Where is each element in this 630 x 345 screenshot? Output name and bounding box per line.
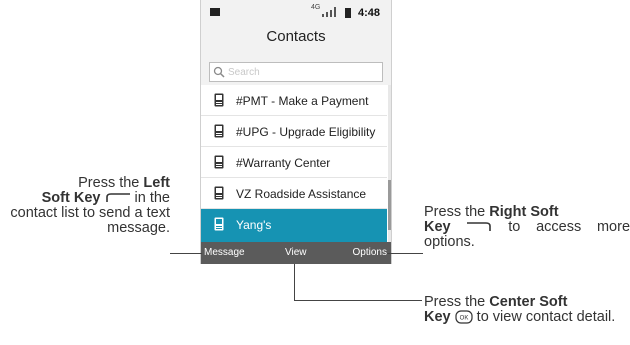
- scrollbar[interactable]: [388, 85, 391, 242]
- right-callout-line: [387, 253, 423, 254]
- right-soft-key-callout: Press the Right Soft Key to access more …: [424, 204, 630, 250]
- center-callout-line-horizontal: [294, 300, 422, 301]
- contact-name: #PMT - Make a Payment: [236, 94, 369, 108]
- contact-row[interactable]: VZ Roadside Assistance: [201, 178, 387, 209]
- contact-name: #UPG - Upgrade Eligibility: [236, 125, 376, 139]
- center-soft-key[interactable]: View: [285, 247, 307, 258]
- right-soft-key[interactable]: Options: [353, 247, 387, 258]
- clock: 4:48: [358, 7, 381, 19]
- left-soft-key[interactable]: Message: [204, 247, 245, 258]
- contact-row[interactable]: #Warranty Center: [201, 147, 387, 178]
- mobile-phone-icon: [214, 155, 224, 169]
- center-callout-line-vertical: [294, 264, 295, 301]
- contact-row[interactable]: #UPG - Upgrade Eligibility: [201, 116, 387, 147]
- status-bar: 4G 4:48: [201, 0, 391, 26]
- left-soft-key-icon: [105, 193, 130, 203]
- left-soft-key-callout: Press the Left Soft Key in the contact l…: [10, 175, 170, 236]
- ok-key-icon: OK: [455, 310, 473, 324]
- contact-name: VZ Roadside Assistance: [236, 187, 367, 201]
- contact-row-selected[interactable]: Yang's: [201, 209, 387, 242]
- signal-icon: [322, 7, 340, 17]
- contact-list: #PMT - Make a Payment #UPG - Upgrade Eli…: [201, 85, 391, 242]
- svg-text:OK: OK: [459, 316, 468, 322]
- soft-key-bar: Message View Options: [201, 242, 391, 264]
- mobile-phone-icon: [214, 124, 224, 138]
- mobile-phone-icon: [214, 217, 224, 231]
- search-field[interactable]: [209, 62, 383, 82]
- mobile-phone-icon: [214, 93, 224, 107]
- scrollbar-thumb[interactable]: [388, 180, 391, 230]
- right-soft-key-icon: [467, 222, 492, 232]
- contact-name: #Warranty Center: [236, 156, 331, 170]
- network-type: 4G: [311, 4, 321, 11]
- search-input[interactable]: [228, 65, 378, 80]
- center-soft-key-callout: Press the Center Soft Key OK to view con…: [424, 294, 616, 325]
- left-callout-line: [170, 253, 202, 254]
- page-title: Contacts: [266, 28, 326, 45]
- phone-screen: 4G 4:48 Contacts #PMT - Make a Payment: [200, 0, 392, 264]
- battery-icon: [345, 8, 351, 18]
- contact-name: Yang's: [236, 218, 272, 232]
- search-icon: [213, 66, 225, 78]
- contact-row[interactable]: #PMT - Make a Payment: [201, 85, 387, 116]
- mobile-phone-icon: [214, 186, 224, 200]
- notification-icon: [210, 8, 220, 16]
